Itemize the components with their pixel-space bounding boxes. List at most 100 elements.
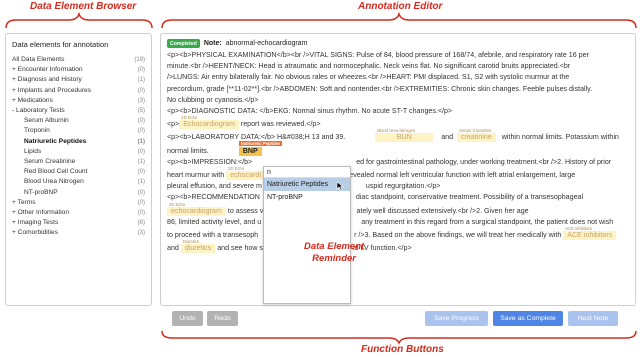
tree-item[interactable]: Serum Creatinine (1) [12, 157, 145, 167]
annotation-ace-inhibitors[interactable]: ACE inhibitors ACE inhibitors [563, 226, 617, 241]
save-as-complete-button[interactable]: Save as Complete [493, 311, 563, 326]
tree-item-count: (6) [137, 220, 145, 227]
tree-item[interactable]: + Comorbidities (3) [12, 228, 145, 238]
tree-item[interactable]: Red Blood Cell Count (0) [12, 167, 145, 177]
annotation-editor[interactable]: Completed Note: abnormal-echocardiogram … [160, 33, 636, 306]
tree-item-count: (1) [137, 179, 145, 186]
tree-item[interactable]: + Implants and Procedures (0) [12, 86, 145, 96]
tree-item-count: (5) [137, 108, 145, 115]
tree-item-count: (0) [137, 199, 145, 206]
tree-item-count: (19) [134, 57, 145, 63]
tree-item-label: + Diagnosis and History [12, 76, 82, 84]
annotation-diuretics[interactable]: Diuretics diuretics [180, 239, 216, 254]
note-name: abnormal-echocardiogram [225, 40, 308, 47]
tree-item[interactable]: + Terms (0) [12, 198, 145, 208]
next-note-button[interactable]: Next Note [568, 311, 618, 326]
tree-item-label: Blood Urea Nitrogen [24, 178, 84, 186]
tree-item[interactable]: + Other Information (0) [12, 208, 145, 218]
note-label: Note: [203, 40, 222, 47]
note-line: <p><b>DIAGNOSTIC DATA: </b>EKG: Normal s… [167, 107, 453, 116]
tree-item[interactable]: Natriuretic Peptides (1) [12, 137, 145, 147]
tree-item-label: Natriuretic Peptides [24, 137, 87, 145]
tree-item-label: Troponin [24, 127, 50, 135]
tree-item-label: + Encounter Information [12, 66, 83, 74]
note-line: normal limits. Natriuretic Peptides BNP [167, 140, 283, 156]
note-line: minute.<br />HEENT/NECK: Head is atrauma… [167, 62, 571, 71]
note-line: <p><b>PHYSICAL EXAMINATION</b><br />VITA… [167, 51, 589, 59]
tree-item-count: (0) [137, 210, 145, 217]
tree-item[interactable]: + Encounter Information (0) [12, 65, 145, 75]
tree-item[interactable]: Troponin (0) [12, 126, 145, 136]
tree-item-count: (0) [137, 148, 145, 155]
annotation-bnp-selected[interactable]: Natriuretic Peptides BNP [238, 140, 283, 156]
note-line: <p><b>RECOMMENDATION diac standpoint, con… [167, 193, 584, 202]
note-line: <p><b>LABORATORY DATA:</b> H&#038;H 13 a… [167, 128, 619, 143]
tree-item[interactable]: - Laboratory Tests (5) [12, 106, 145, 116]
note-text[interactable]: <p><b>PHYSICAL EXAMINATION</b><br />VITA… [167, 50, 629, 254]
tree-item-label: + Terms [12, 198, 36, 206]
tree-item-count: (1) [137, 159, 145, 166]
annotation-2d-echo[interactable]: 2D Echo Echocardiogram [179, 115, 239, 130]
tree-item-count: (3) [137, 97, 145, 104]
editor-brace [161, 12, 637, 29]
data-element-tree: All Data Elements (19) + Encounter Informa… [12, 55, 145, 239]
tree-item-label: + Imaging Tests [12, 219, 59, 227]
tree-item[interactable]: Serum Albumin (0) [12, 116, 145, 126]
tree-item[interactable]: + Diagnosis and History (1) [12, 75, 145, 85]
callout-data-element-browser: Data Element Browser [30, 1, 137, 12]
tree-item[interactable]: + Medications (3) [12, 96, 145, 106]
tree-item-count: (0) [137, 118, 145, 125]
tree-item-label: Red Blood Cell Count [24, 168, 88, 176]
mouse-cursor-icon [336, 181, 344, 191]
tree-item-label: Serum Albumin [24, 117, 69, 125]
callout-annotation-editor: Annotation Editor [358, 1, 443, 12]
note-line: to proceed with a transesoph r />3. Based… [167, 226, 629, 241]
tree-item[interactable]: All Data Elements (19) [12, 55, 145, 65]
buttons-brace [161, 330, 637, 345]
annotation-2d-echo[interactable]: 2D Echo echocardiogram [167, 202, 226, 216]
tree-item-count: (0) [137, 67, 145, 74]
editor-header: Completed Note: abnormal-echocardiogram [167, 39, 629, 48]
save-progress-button[interactable]: Save Progress [425, 311, 488, 326]
tree-item-count: (0) [137, 128, 145, 135]
note-line: No clubbing or cyanosis.</p> [167, 95, 259, 104]
tree-item-label: Lipids [24, 147, 42, 155]
reminder-option-nt-probnp[interactable]: NT-proBNP [264, 191, 350, 204]
tree-item-count: (1) [137, 77, 145, 84]
note-line: />LUNGS: Air entry bilaterally fair. No … [167, 73, 570, 82]
tree-item-count: (0) [137, 169, 145, 176]
tree-item[interactable]: NT-proBNP (0) [12, 188, 145, 198]
tree-item-label: Serum Creatinine [24, 158, 76, 166]
note-line: precordium, grade [**11-02**].<br />ABDO… [167, 84, 593, 93]
undo-button[interactable]: Undo [172, 311, 203, 326]
annotation-bun[interactable]: Blood Urea Nitrogen BUN [375, 128, 434, 143]
completed-badge: Completed [167, 39, 200, 48]
browser-brace [5, 12, 153, 29]
note-line: and Diuretics diuretics and see how s al L… [167, 239, 412, 254]
note-line: 86, limited activity level, and u any tre… [167, 217, 614, 226]
tree-item[interactable]: Blood Urea Nitrogen (1) [12, 177, 145, 187]
note-line: 2D Echo echocardiogram to assess valv atel… [167, 201, 529, 216]
tree-item-count: (0) [137, 189, 145, 196]
callout-data-element-reminder: Data Element Reminder [304, 241, 365, 264]
tree-item-count: (3) [137, 230, 145, 237]
tree-item-count: (1) [137, 138, 145, 145]
browser-title: Data elements for annotation [12, 40, 109, 49]
tree-item-label: + Comorbidities [12, 229, 58, 237]
annotation-2d-echo[interactable]: 2D Echo echocardi [226, 166, 265, 181]
tree-item-label: NT-proBNP [24, 188, 58, 196]
reminder-search-input[interactable]: n [264, 167, 350, 178]
annotation-creatinine[interactable]: Serum Creatinine creatinine [457, 128, 496, 143]
note-line: pleural effusion, and severe m uspid regu… [167, 182, 441, 191]
note-line: heart murmur with 2D Echo echocardi Basica… [167, 166, 576, 181]
tree-item[interactable]: + Imaging Tests (6) [12, 218, 145, 228]
tree-item-label: + Implants and Procedures [12, 86, 91, 94]
tree-item-label: + Medications [12, 96, 53, 104]
tree-item[interactable]: Lipids (0) [12, 147, 145, 157]
redo-button[interactable]: Redo [207, 311, 238, 326]
callout-function-buttons: Function Buttons [361, 344, 444, 355]
data-element-browser: Data elements for annotation All Data El… [5, 33, 152, 306]
tree-item-label: - Laboratory Tests [12, 107, 65, 115]
tree-item-label: All Data Elements [12, 56, 65, 63]
tree-item-count: (0) [137, 87, 145, 94]
